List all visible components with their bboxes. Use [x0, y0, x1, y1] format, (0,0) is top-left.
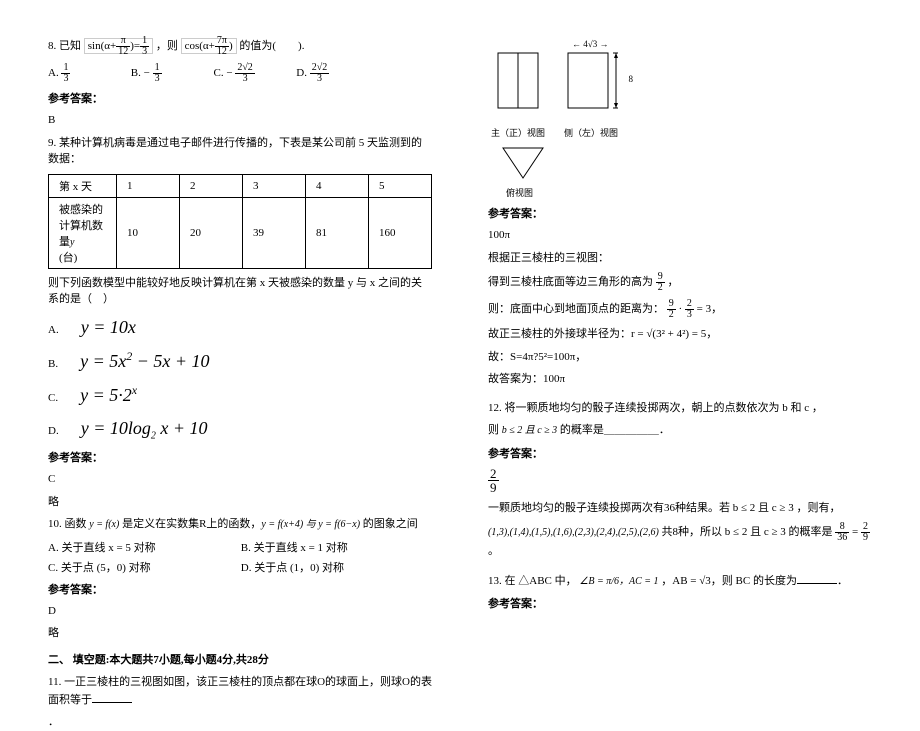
top-label: 俯视图 — [506, 186, 872, 199]
q10-a: A. 关于直线 x = 5 对称 — [48, 539, 238, 555]
table-row: 第 x 天 1 2 3 4 5 — [49, 174, 432, 197]
q8-eq1: sin(α+π12)=13 — [84, 38, 153, 54]
table-row: 被感染的计算机数量y(台) 10 20 39 81 160 — [49, 197, 432, 268]
q10-b: B. 关于直线 x = 1 对称 — [241, 542, 348, 554]
q9-c4: 4 — [306, 174, 369, 197]
q9-b: B.y = 5x2 − 5x + 10 — [48, 347, 432, 375]
q11-ans: 100π — [488, 227, 872, 244]
q12-ans: 29 — [488, 467, 872, 494]
q8-a-frac: 13 — [61, 63, 70, 84]
q9-table: 第 x 天 1 2 3 4 5 被感染的计算机数量y(台) 10 20 39 8… — [48, 174, 432, 269]
q8-c-frac: 2√23 — [235, 63, 255, 84]
q11-s6: 故答案为：100π — [488, 371, 872, 388]
side-label: 侧（左）视图 — [558, 126, 624, 139]
q13-stem: 13. 在 △ABC 中， ∠B = π/6，AC = 1 ，AB = √3，则… — [488, 572, 872, 590]
q11-s1: 根据正三棱柱的三视图： — [488, 250, 872, 267]
section2-title: 二、 填空题:本大题共7小题,每小题4分,共28分 — [48, 652, 432, 669]
q8-eq2: cos(α+7π12) — [181, 38, 237, 54]
q10-d: D. 关于点 (1，0) 对称 — [241, 562, 344, 574]
q10-note: 略 — [48, 625, 432, 642]
q9-note: 略 — [48, 494, 432, 511]
q9-h2a: 被感染的计算机数量 — [59, 204, 103, 248]
q11-stem: 11. 一正三棱柱的三视图如图，该正三棱柱的顶点都在球O的球面上，则球O的表面积… — [48, 674, 432, 708]
q9-c5: 5 — [369, 174, 432, 197]
front-label: 主（正）视图 — [488, 126, 548, 139]
q9-h1: 第 x 天 — [59, 181, 92, 193]
q12-sol1: 一颗质地均匀的骰子连续投掷两次有36种结果。若 b ≤ 2 且 c ≥ 3 ，则… — [488, 500, 872, 517]
q8-d-frac: 2√23 — [310, 63, 330, 84]
q8-b-label: B. — [131, 67, 144, 79]
q12-sol2: (1,3),(1,4),(1,5),(1,6),(2,3),(2,4),(2,5… — [488, 522, 872, 560]
q9-stem: 9. 某种计算机病毒是通过电子邮件进行传播的，下表是某公司前 5 天监测到的数据… — [48, 135, 432, 168]
q9-ans-label: 参考答案： — [48, 449, 432, 465]
q13-ans-label: 参考答案： — [488, 595, 872, 611]
q11-stem-b: ． — [48, 714, 432, 731]
q9-v5: 160 — [369, 197, 432, 268]
q12-ans-label: 参考答案： — [488, 445, 872, 461]
q11-s4: 故正三棱柱的外接球半径为：r = √(3² + 4²) = 5， — [488, 326, 872, 343]
q11-ans-label: 参考答案： — [488, 205, 872, 221]
q9-v1: 10 — [117, 197, 180, 268]
q8-c-label: C. — [214, 67, 227, 79]
q10-c: C. 关于点 (5，0) 对称 — [48, 559, 238, 575]
q11-s3: 则：底面中心到地面顶点的距离为： 92 · 23 = 3， — [488, 299, 872, 320]
q9-v4: 81 — [306, 197, 369, 268]
q9-c3: 3 — [243, 174, 306, 197]
q8-intro-pre: 8. 已知 — [48, 40, 84, 52]
q8-ans-label: 参考答案： — [48, 90, 432, 106]
dim2: 8 — [629, 74, 634, 84]
q8-stem: 8. 已知 sin(α+π12)=13 ，则 cos(α+7π12) 的值为( … — [48, 36, 432, 57]
q9-v2: 20 — [180, 197, 243, 268]
q10-opts12: A. 关于直线 x = 5 对称 B. 关于直线 x = 1 对称 — [48, 539, 432, 555]
q8-options: A. 13 B. − 13 C. − 2√23 D. 2√23 — [48, 63, 432, 84]
q9-a: A.y = 10x — [48, 314, 432, 341]
q12-stem1: 12. 将一颗质地均匀的骰子连续投掷两次，朝上的点数依次为 b 和 c ， — [488, 400, 872, 417]
q9-stem2: 则下列函数模型中能较好地反映计算机在第 x 天被感染的数量 y 与 x 之间的关… — [48, 275, 432, 308]
q11-s5: 故：S=4π?5²=100π， — [488, 349, 872, 366]
q10-opts34: C. 关于点 (5，0) 对称 D. 关于点 (1，0) 对称 — [48, 559, 432, 575]
q8-d-label: D. — [296, 67, 309, 79]
front-view: 主（正）视图 — [488, 48, 548, 139]
q9-ans: C — [48, 471, 432, 488]
q8-b-frac: 13 — [153, 63, 162, 84]
q10-ans: D — [48, 603, 432, 620]
top-view: 俯视图 — [498, 143, 872, 199]
q9-h2b: (台) — [59, 252, 77, 264]
q8-b-sign: − — [144, 67, 150, 79]
q10-ans-label: 参考答案： — [48, 581, 432, 597]
q8-ans: B — [48, 112, 432, 129]
q9-c1: 1 — [117, 174, 180, 197]
q9-d: D.y = 10log2 x + 10 — [48, 415, 432, 444]
dim1: 4√3 — [583, 39, 597, 49]
q10-stem: 10. 函数 y = f(x) 是定义在实数集R上的函数，y = f(x+4) … — [48, 516, 432, 533]
q9-c2: 2 — [180, 174, 243, 197]
q8-intro-suf: 的值为( ). — [239, 40, 304, 52]
q8-c-sign: − — [226, 67, 232, 79]
q11-diagram: 主（正）视图 ← 4√3 → 8 侧（左）视图 — [488, 48, 872, 139]
side-view: ← 4√3 → 8 侧（左）视图 — [558, 48, 624, 139]
q8-intro-mid: ，则 — [156, 40, 181, 52]
q12-stem2: 则 b ≤ 2 且 c ≥ 3 的概率是＿＿＿＿＿． — [488, 422, 872, 439]
q9-c: C.y = 5·2x — [48, 381, 432, 409]
q11-s2: 得到三棱柱底面等边三角形的高为 92 ， — [488, 272, 872, 293]
q9-v3: 39 — [243, 197, 306, 268]
q8-a-label: A. — [48, 67, 61, 79]
